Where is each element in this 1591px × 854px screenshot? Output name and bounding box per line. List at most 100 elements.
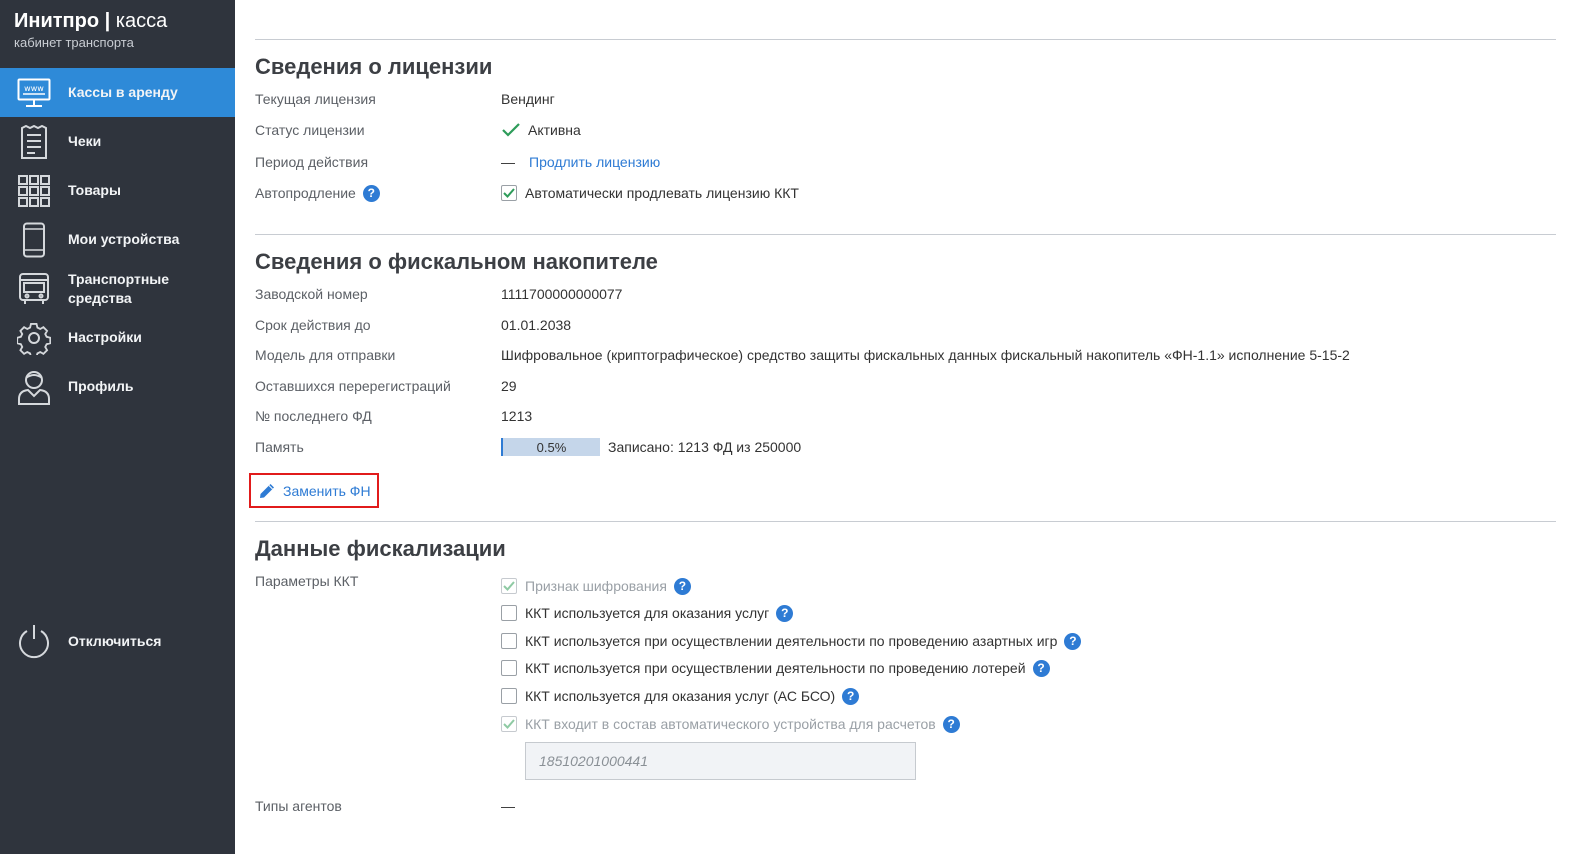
sidebar-item-devices[interactable]: Мои устройства bbox=[0, 215, 235, 264]
sidebar-item-transport[interactable]: Транспортные средства bbox=[0, 264, 235, 313]
fn-model-row: Модель для отправки Шифровальное (крипто… bbox=[255, 344, 1556, 366]
replace-fn-button[interactable]: Заменить ФН bbox=[249, 473, 379, 508]
fn-model-value: Шифровальное (криптографическое) средств… bbox=[501, 347, 1350, 363]
fn-rereg-row: Оставшихся перерегистраций 29 bbox=[255, 375, 1556, 397]
license-current-label: Текущая лицензия bbox=[255, 91, 376, 107]
fn-section-title: Сведения о фискальном накопителе bbox=[255, 249, 658, 274]
automatic-device-checkbox[interactable] bbox=[501, 716, 517, 732]
section-divider bbox=[255, 234, 1556, 235]
license-auto-label: Автопродление bbox=[255, 185, 356, 201]
license-current-row: Текущая лицензия Вендинг bbox=[255, 88, 1556, 110]
fn-memory: 0.5% Записано: 1213 ФД из 250000 bbox=[501, 438, 801, 456]
license-period-row: Период действия — Продлить лицензию bbox=[255, 151, 1556, 173]
brand-product: касса bbox=[115, 10, 168, 32]
svg-text:www: www bbox=[24, 84, 44, 93]
cropped-text-fragment bbox=[345, 0, 705, 2]
fiscal-option: ККТ используется для оказания услуг ? bbox=[501, 602, 1301, 624]
license-period-label: Период действия bbox=[255, 154, 369, 170]
bso-checkbox[interactable] bbox=[501, 688, 517, 704]
main-content: Сведения о лицензии Текущая лицензия Вен… bbox=[249, 0, 1556, 854]
brand-separator: | bbox=[104, 10, 111, 32]
help-icon[interactable]: ? bbox=[842, 687, 860, 705]
fiscal-option-label: ККТ используется при осуществлении деяте… bbox=[525, 660, 1026, 676]
sidebar-item-kassy[interactable]: www Кассы в аренду bbox=[0, 68, 235, 117]
logout-button[interactable]: Отключиться bbox=[16, 620, 161, 662]
auto-renew-checkbox[interactable] bbox=[501, 185, 517, 201]
fn-memory-label: Память bbox=[255, 439, 304, 455]
checkmark-icon bbox=[503, 581, 515, 591]
section-divider bbox=[255, 39, 1556, 40]
sidebar-item-label: Товары bbox=[68, 182, 121, 198]
encryption-checkbox[interactable] bbox=[501, 578, 517, 594]
fiscal-option: ККТ используется для оказания услуг (АС … bbox=[501, 685, 1301, 707]
sidebar-item-settings[interactable]: Настройки bbox=[0, 313, 235, 362]
fiscal-option: ККТ используется при осуществлении деяте… bbox=[501, 630, 1401, 652]
sidebar-item-label: Кассы в аренду bbox=[68, 84, 178, 100]
license-auto-row: Автопродление ? Автоматически продлевать… bbox=[255, 182, 1556, 204]
license-period: — Продлить лицензию bbox=[501, 154, 660, 170]
memory-progress-bar: 0.5% bbox=[501, 438, 600, 456]
services-checkbox[interactable] bbox=[501, 605, 517, 621]
fn-expiry-label: Срок действия до bbox=[255, 317, 371, 333]
sidebar-item-tovary[interactable]: Товары bbox=[0, 166, 235, 215]
checkmark-icon bbox=[502, 123, 520, 137]
device-number-input[interactable]: 18510201000441 bbox=[525, 742, 916, 780]
bus-icon bbox=[16, 271, 52, 307]
fn-model-label: Модель для отправки bbox=[255, 347, 396, 363]
fiscal-option-label: Признак шифрования bbox=[525, 578, 667, 594]
license-status: Активна bbox=[501, 122, 581, 138]
www-monitor-icon: www bbox=[16, 75, 52, 111]
license-auto-label-wrap: Автопродление ? bbox=[255, 184, 501, 202]
agents-row: Типы агентов — bbox=[255, 795, 1556, 817]
brand-subtitle: кабинет транспорта bbox=[14, 35, 134, 50]
gear-icon bbox=[16, 320, 52, 356]
fn-rereg-value: 29 bbox=[501, 378, 517, 394]
fiscal-option-label: ККТ входит в состав автоматического устр… bbox=[525, 716, 936, 732]
fn-serial-label: Заводской номер bbox=[255, 286, 368, 302]
fn-expiry-value: 01.01.2038 bbox=[501, 317, 572, 333]
agents-value: — bbox=[501, 798, 515, 814]
fn-serial-row: Заводской номер 1111700000000077 bbox=[255, 283, 1556, 305]
fn-rereg-label: Оставшихся перерегистраций bbox=[255, 378, 451, 394]
grid-icon bbox=[16, 173, 52, 209]
fiscal-section-title: Данные фискализации bbox=[255, 536, 506, 561]
brand-title: Инитпро | касса bbox=[14, 10, 167, 33]
pencil-icon bbox=[260, 483, 274, 498]
fn-last-fd-row: № последнего ФД 1213 bbox=[255, 405, 1556, 427]
license-current-value: Вендинг bbox=[501, 91, 555, 107]
sidebar-item-label: Настройки bbox=[68, 329, 142, 345]
memory-percent: 0.5% bbox=[536, 439, 567, 455]
gambling-checkbox[interactable] bbox=[501, 633, 517, 649]
sidebar: Инитпро | касса кабинет транспорта www К… bbox=[0, 0, 235, 854]
memory-text: Записано: 1213 ФД из 250000 bbox=[608, 439, 802, 455]
auto-renew-label: Автоматически продлевать лицензию ККТ bbox=[525, 185, 799, 201]
lottery-checkbox[interactable] bbox=[501, 660, 517, 676]
fiscal-option: Признак шифрования ? bbox=[501, 575, 1301, 597]
license-status-label: Статус лицензии bbox=[255, 122, 365, 138]
fiscal-option-label: ККТ используется для оказания услуг bbox=[525, 605, 770, 621]
fn-expiry-row: Срок действия до 01.01.2038 bbox=[255, 314, 1556, 336]
receipt-icon bbox=[16, 124, 52, 160]
smartphone-icon bbox=[16, 222, 52, 258]
fn-last-fd-value: 1213 bbox=[501, 408, 533, 424]
sidebar-item-cheki[interactable]: Чеки bbox=[0, 117, 235, 166]
sidebar-nav: www Кассы в аренду Чеки Товары Мои устро… bbox=[0, 68, 235, 411]
fiscal-params-label: Параметры ККТ bbox=[255, 573, 359, 589]
replace-fn-label: Заменить ФН bbox=[283, 482, 371, 499]
sidebar-item-label: Профиль bbox=[68, 378, 134, 394]
help-icon[interactable]: ? bbox=[1032, 659, 1050, 677]
brand-logo[interactable]: Инитпро | касса кабинет транспорта bbox=[14, 10, 167, 50]
help-icon[interactable]: ? bbox=[1064, 632, 1082, 650]
help-icon[interactable]: ? bbox=[942, 715, 960, 733]
section-divider bbox=[255, 521, 1556, 522]
user-icon bbox=[16, 369, 52, 405]
license-period-value: — bbox=[501, 154, 515, 170]
help-icon[interactable]: ? bbox=[673, 577, 691, 595]
sidebar-item-profile[interactable]: Профиль bbox=[0, 362, 235, 411]
help-icon[interactable]: ? bbox=[776, 604, 794, 622]
extend-license-link[interactable]: Продлить лицензию bbox=[529, 154, 660, 170]
help-icon[interactable]: ? bbox=[362, 184, 380, 202]
fn-serial-value: 1111700000000077 bbox=[501, 286, 623, 302]
fn-memory-row: Память 0.5% Записано: 1213 ФД из 250000 bbox=[255, 436, 1556, 458]
fiscal-option: ККТ используется при осуществлении деяте… bbox=[501, 657, 1401, 679]
